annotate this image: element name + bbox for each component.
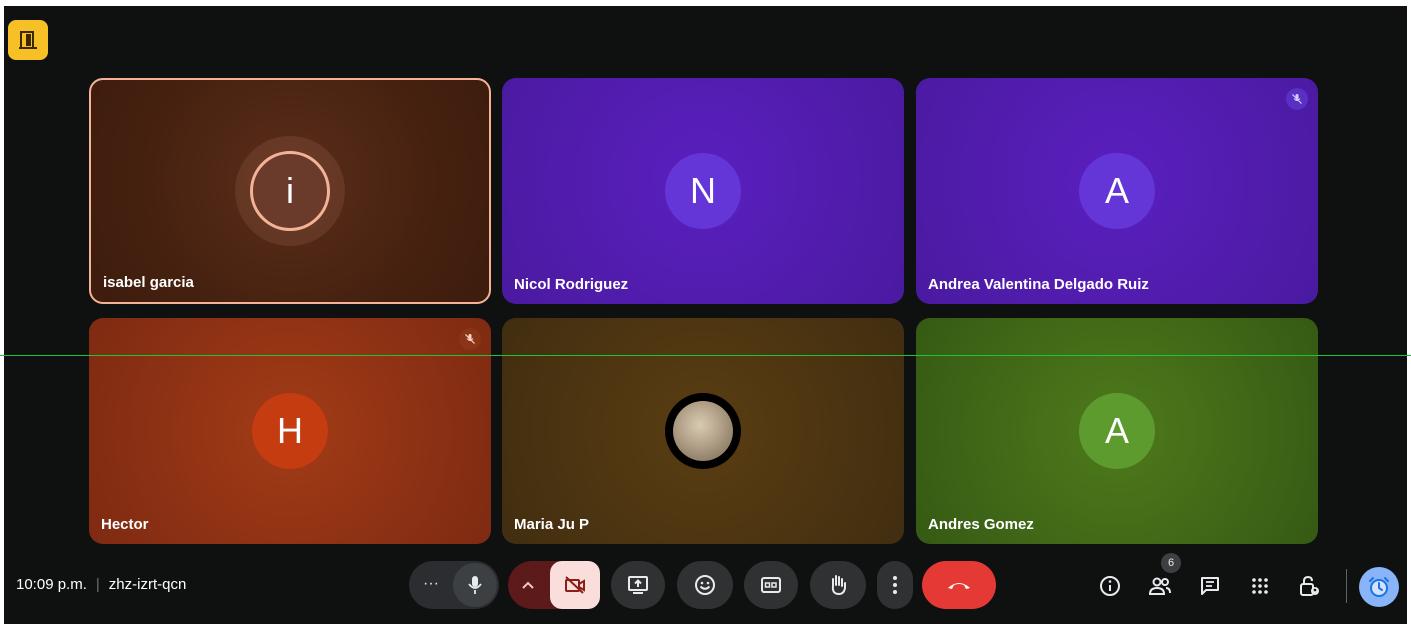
meeting-separator: | <box>95 576 100 593</box>
avatar: A <box>1079 153 1155 229</box>
meeting-info: 10:09 p.m. | zhz-izrt-qcn <box>16 576 186 593</box>
participant-name: isabel garcia <box>103 274 194 291</box>
participant-name: Nicol Rodriguez <box>514 276 629 293</box>
meeting-code[interactable]: zhz-izrt-qcn <box>109 576 187 593</box>
avatar-initial: A <box>1104 410 1129 451</box>
present-screen-icon <box>628 576 648 594</box>
avatar-initial: A <box>1104 170 1129 211</box>
moon-image <box>673 401 733 461</box>
chat-button[interactable] <box>1197 573 1223 599</box>
activities-button[interactable] <box>1247 573 1273 599</box>
apps-grid-icon <box>1252 578 1268 594</box>
more-vert-icon <box>893 576 897 594</box>
reactions-button[interactable] <box>677 561 733 609</box>
captions-button[interactable] <box>744 561 798 609</box>
avatar: N <box>665 153 741 229</box>
avatar-initial: i <box>286 170 294 211</box>
camera-control-group <box>508 561 600 609</box>
avatar: H <box>252 393 328 469</box>
door-exit-icon[interactable] <box>8 20 48 60</box>
avatar: i <box>250 151 330 231</box>
emoji-icon <box>695 575 715 595</box>
mic-off-icon <box>459 328 481 350</box>
info-icon <box>1100 576 1120 596</box>
end-call-icon <box>948 583 970 589</box>
more-options-button[interactable] <box>877 561 913 609</box>
camera-options-button[interactable] <box>518 575 538 595</box>
participant-tile-hector[interactable]: H Hector <box>89 318 491 544</box>
camera-toggle-button[interactable] <box>550 561 600 609</box>
participant-count: 6 <box>1167 557 1175 569</box>
mic-off-icon <box>1286 88 1308 110</box>
chat-icon <box>1201 577 1219 595</box>
camera-off-icon <box>565 576 585 594</box>
meeting-details-button[interactable] <box>1097 573 1123 599</box>
audio-control-group: ··· <box>409 561 499 609</box>
participant-name: Maria Ju P <box>514 516 590 533</box>
people-button[interactable] <box>1147 573 1173 599</box>
frame-right <box>1407 0 1411 624</box>
people-icon <box>1148 577 1171 595</box>
avatar-initial: N <box>690 170 716 211</box>
frame-left <box>0 0 4 624</box>
timer-button[interactable] <box>1359 567 1399 607</box>
chevron-up-icon <box>522 581 534 589</box>
captions-icon <box>761 577 781 593</box>
present-screen-button[interactable] <box>611 561 665 609</box>
raise-hand-icon <box>831 575 846 596</box>
participant-name: Hector <box>101 516 149 533</box>
frame-top <box>0 0 1411 6</box>
audio-options-button[interactable]: ··· <box>423 575 439 593</box>
participant-name: Andrea Valentina Delgado Ruiz <box>928 276 1149 293</box>
avatar: A <box>1079 393 1155 469</box>
lock-person-icon <box>1300 575 1319 596</box>
participant-tile-maria[interactable]: Maria Ju P <box>502 318 904 544</box>
leave-call-button[interactable] <box>922 561 996 609</box>
participant-count-badge: 6 <box>1161 553 1181 573</box>
microphone-icon <box>468 576 482 594</box>
participant-tile-isabel[interactable]: i isabel garcia <box>89 78 491 304</box>
alarm-clock-icon <box>1369 577 1389 597</box>
participant-name: Andres Gomez <box>928 516 1034 533</box>
participant-tile-andres[interactable]: A Andres Gomez <box>916 318 1318 544</box>
participant-tile-nicol[interactable]: N Nicol Rodriguez <box>502 78 904 304</box>
toolbar-divider <box>1346 569 1347 603</box>
mic-button[interactable] <box>453 563 497 607</box>
avatar-initial: H <box>277 410 303 451</box>
overlay-line <box>0 355 1411 356</box>
raise-hand-button[interactable] <box>810 561 866 609</box>
participant-tile-andrea[interactable]: A Andrea Valentina Delgado Ruiz <box>916 78 1318 304</box>
moon-photo-avatar <box>665 393 741 469</box>
meeting-time: 10:09 p.m. <box>16 576 87 593</box>
host-controls-button[interactable] <box>1296 573 1322 599</box>
